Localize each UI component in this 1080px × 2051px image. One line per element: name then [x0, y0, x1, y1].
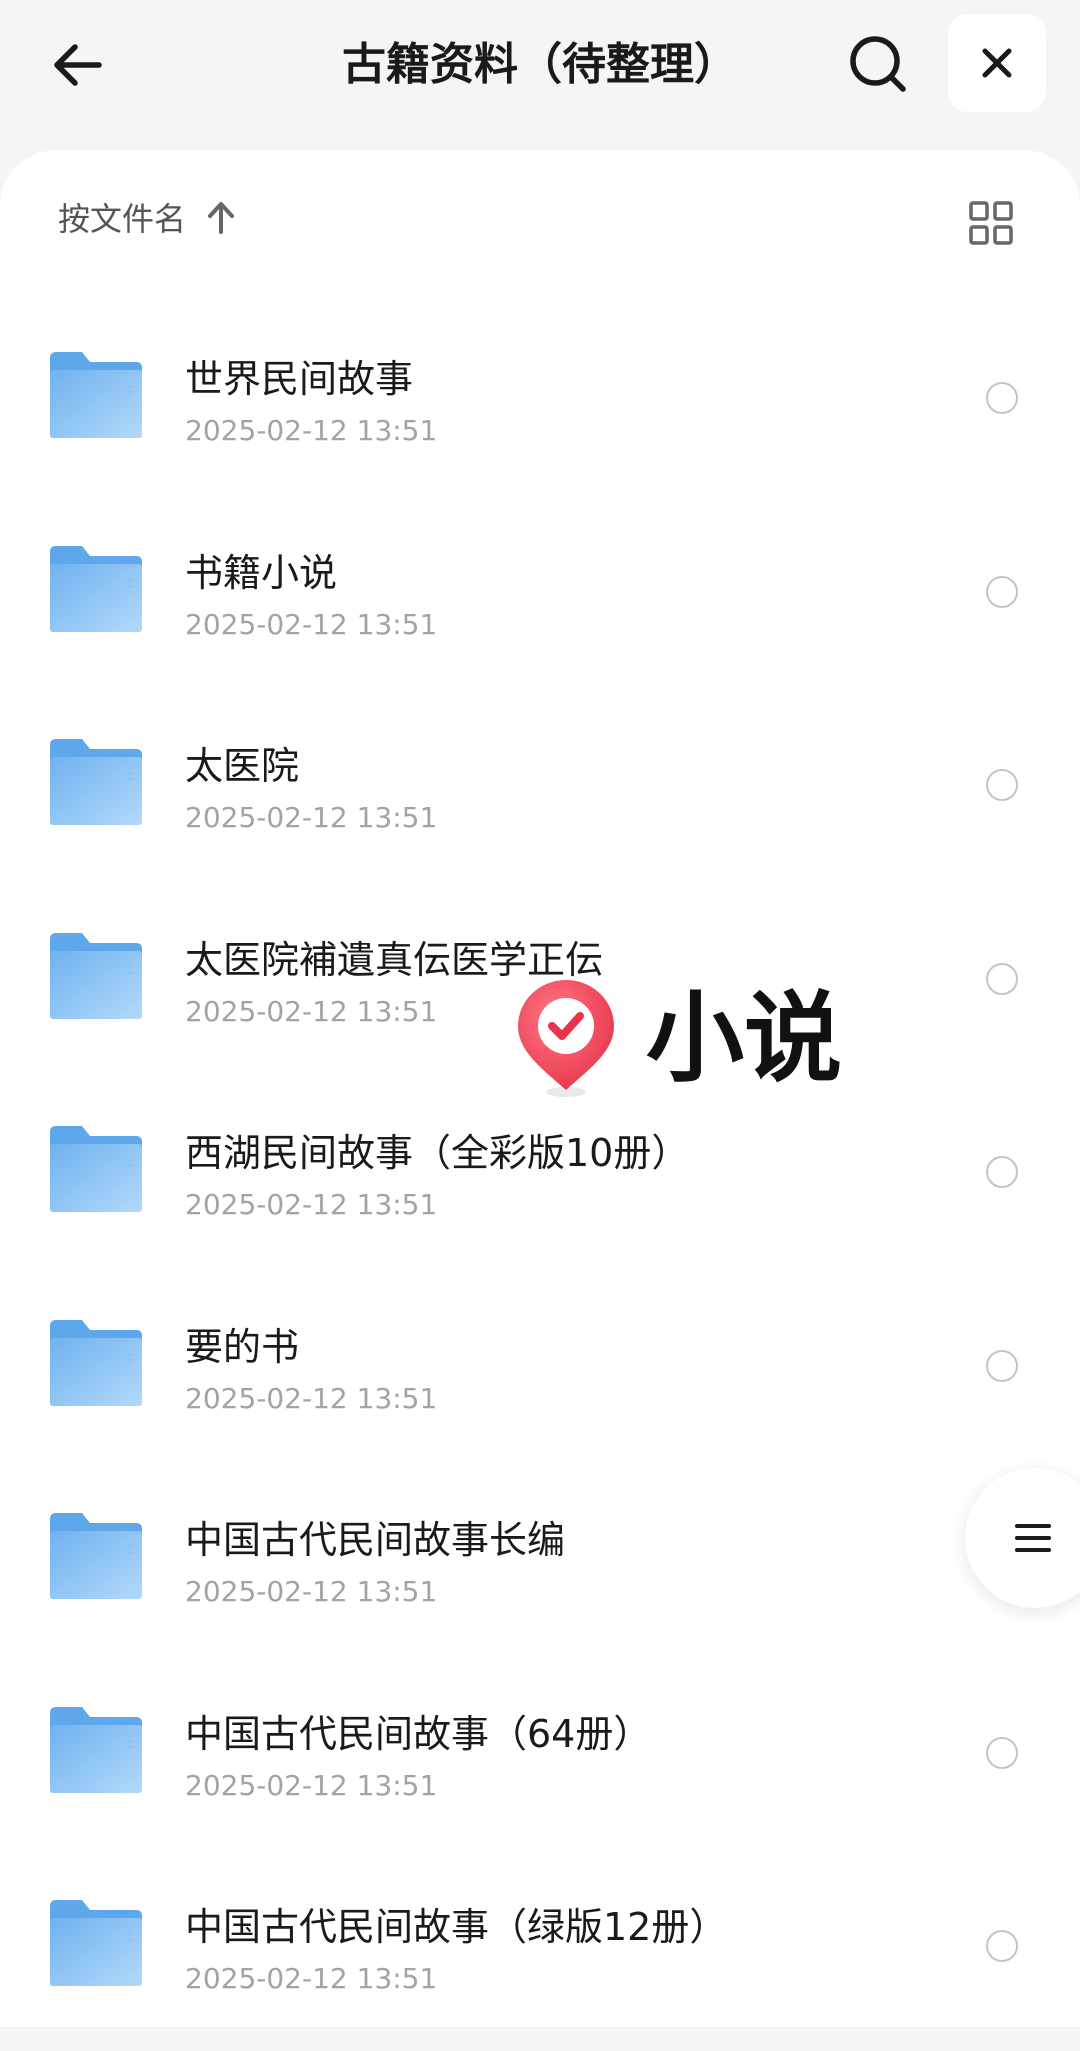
close-button[interactable] — [948, 14, 1046, 112]
select-radio[interactable] — [986, 382, 1018, 414]
folder-name: 中国古代民间故事（64册） — [185, 1711, 652, 1756]
list-item[interactable]: 中国古代民间故事长编 2025-02-12 13:51 — [0, 1471, 1080, 1664]
search-icon — [850, 36, 906, 92]
folder-icon — [50, 1513, 142, 1599]
folder-icon — [50, 739, 142, 825]
list-item[interactable]: 要的书 2025-02-12 13:51 — [0, 1278, 1080, 1471]
select-radio[interactable] — [986, 962, 1018, 995]
close-icon — [982, 48, 1012, 78]
menu-icon — [1015, 1524, 1051, 1552]
grid-view-button[interactable] — [960, 192, 1022, 254]
list-item[interactable]: 西湖民间故事（全彩版10册） 2025-02-12 13:51 — [0, 1084, 1080, 1277]
folder-icon — [50, 932, 142, 1019]
folder-name: 太医院 — [185, 744, 300, 788]
folder-name: 中国古代民间故事长编 — [185, 1518, 566, 1562]
folder-icon — [50, 352, 142, 438]
folder-date: 2025-02-12 13:51 — [185, 1962, 438, 1995]
list-item[interactable]: 中国古代民间故事（64册） 2025-02-12 13:51 — [0, 1665, 1080, 1858]
arrow-up-icon — [208, 202, 235, 234]
folder-name: 太医院補遺真伝医学正伝 — [185, 937, 604, 982]
folder-name: 要的书 — [185, 1324, 300, 1369]
folder-name: 西湖民间故事（全彩版10册） — [185, 1131, 690, 1175]
select-radio[interactable] — [986, 769, 1018, 801]
folder-icon — [50, 1706, 142, 1793]
grid-view-icon — [969, 201, 1013, 245]
folder-icon — [50, 1900, 142, 1986]
list-item[interactable]: 中国古代民间故事（绿版12册） 2025-02-12 13:51 — [0, 1858, 1080, 2051]
list-item[interactable]: 太医院 2025-02-12 13:51 — [0, 697, 1080, 890]
top-bar: 古籍资料（待整理） — [0, 0, 1080, 150]
folder-date: 2025-02-12 13:51 — [185, 1188, 438, 1221]
list-item[interactable]: 世界民间故事 2025-02-12 13:51 — [0, 310, 1080, 503]
folder-date: 2025-02-12 13:51 — [185, 801, 438, 834]
select-radio[interactable] — [986, 1930, 1018, 1962]
folder-date: 2025-02-12 13:51 — [185, 1575, 438, 1608]
list-item[interactable]: 书籍小说 2025-02-12 13:51 — [0, 504, 1080, 697]
select-radio[interactable] — [986, 1736, 1018, 1769]
page-title: 古籍资料（待整理） — [342, 39, 738, 90]
folder-date: 2025-02-12 13:51 — [185, 1768, 438, 1802]
sort-control[interactable]: 按文件名 — [58, 192, 236, 242]
search-button[interactable] — [842, 28, 914, 100]
sticker-text: 小说 — [646, 982, 843, 1096]
select-radio[interactable] — [986, 1156, 1018, 1188]
select-radio[interactable] — [986, 1349, 1018, 1382]
sort-label: 按文件名 — [58, 200, 187, 238]
folder-name: 书籍小说 — [185, 550, 338, 595]
folder-date: 2025-02-12 13:51 — [185, 1381, 438, 1415]
folder-date: 2025-02-12 13:51 — [185, 607, 438, 641]
folder-name: 中国古代民间故事（绿版12册） — [185, 1905, 728, 1949]
folder-icon — [50, 1319, 142, 1406]
folder-icon — [50, 545, 142, 632]
check-pin-icon — [518, 980, 614, 1097]
select-radio[interactable] — [986, 575, 1018, 608]
folder-name: 世界民间故事 — [185, 357, 414, 401]
folder-date: 2025-02-12 13:51 — [185, 414, 438, 447]
folder-date: 2025-02-12 13:51 — [185, 994, 438, 1028]
folder-icon — [50, 1126, 142, 1212]
sticker-overlay: 小说 — [514, 978, 904, 1100]
